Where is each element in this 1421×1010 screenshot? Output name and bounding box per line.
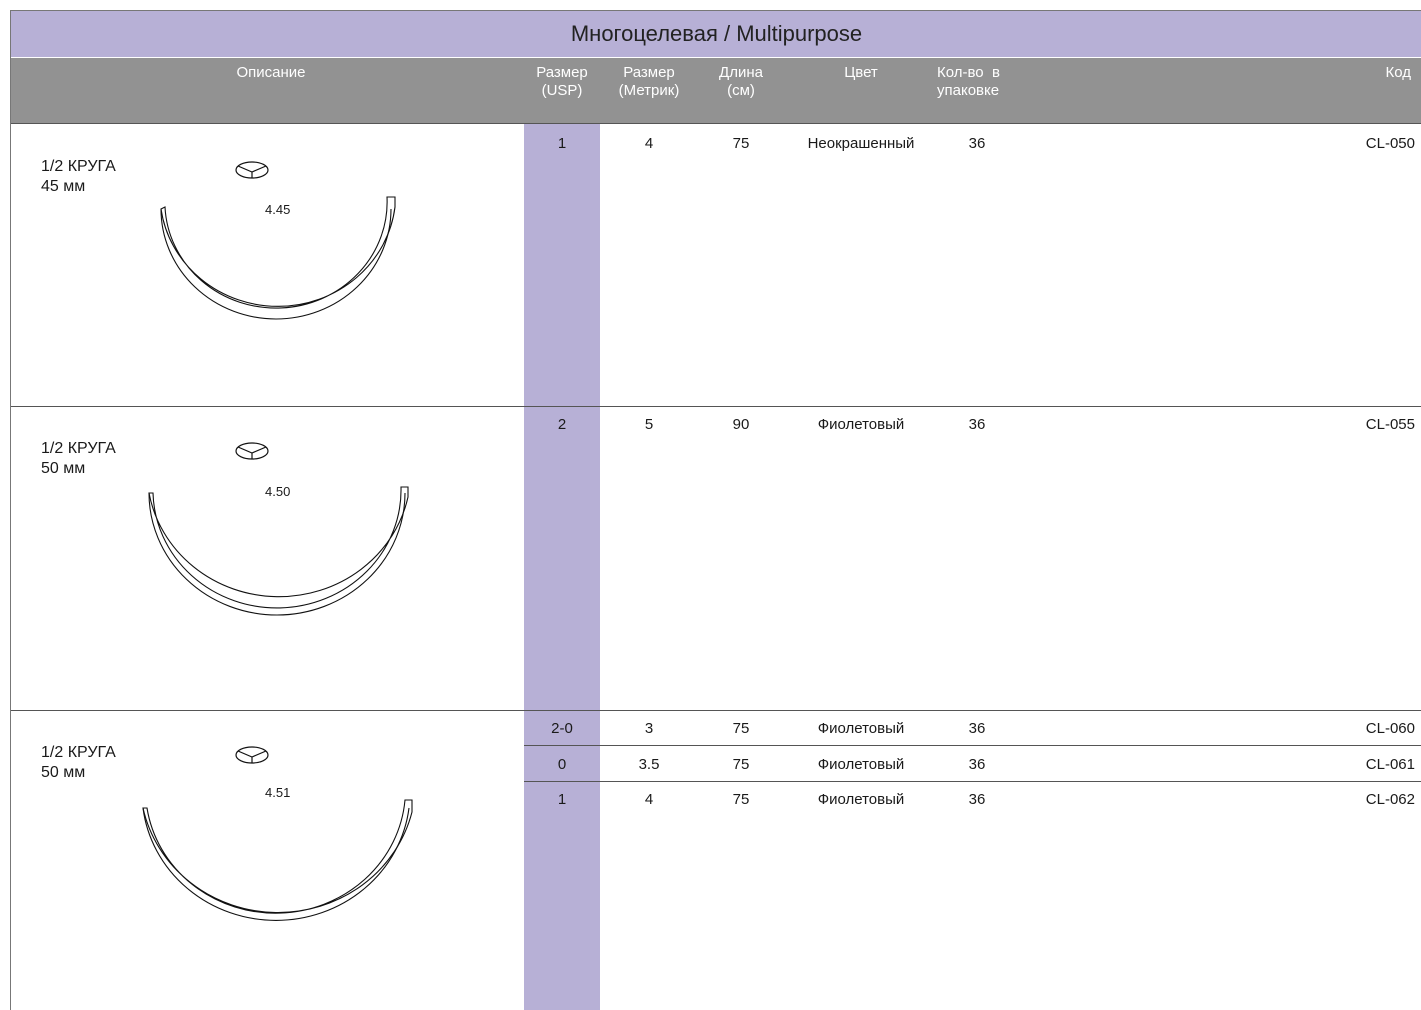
header-size-usp-line2: (USP) <box>541 82 583 99</box>
section-3-row-1-code: CL-060 <box>1365 720 1415 737</box>
section-3-row-2-color: Фиолетовый <box>817 756 905 773</box>
section-2-desc-line1: 1/2 КРУГА <box>41 440 116 457</box>
triangle-cross-section-icon <box>235 161 269 179</box>
table-header: Описание Размер (USP) Размер (Метрик) Дл… <box>11 58 1421 124</box>
header-size-metric: Размер (Метрик) <box>609 64 689 100</box>
section-3-row-2-qty: 36 <box>968 756 986 773</box>
section-2-row-1-color: Фиолетовый <box>817 416 905 433</box>
section-2-row-1-metric: 5 <box>644 416 654 433</box>
section-1-row-1-code: CL-050 <box>1365 135 1415 152</box>
header-size-metric-line1: Размер <box>623 64 675 81</box>
row-divider <box>524 781 1421 782</box>
section-3-row-2-usp: 0 <box>557 756 567 773</box>
section-3-row-3-code: CL-062 <box>1365 791 1415 808</box>
header-pack-qty-line1: Кол-во в <box>937 64 1000 81</box>
section-1-row-1-color: Неокрашенный <box>807 135 915 152</box>
section-3-row-1-qty: 36 <box>968 720 986 737</box>
section-1-desc-line1: 1/2 КРУГА <box>41 158 116 175</box>
header-size-usp: Размер (USP) <box>524 64 600 100</box>
half-circle-needle-icon <box>160 196 396 320</box>
section-2-desc-line2: 50 мм <box>41 460 86 477</box>
header-pack-qty: Кол-во в упаковке <box>937 64 1017 100</box>
section-3-row-3-qty: 36 <box>968 791 986 808</box>
header-code: Код <box>1385 64 1411 81</box>
header-size-metric-line2: (Метрик) <box>618 82 680 99</box>
section-1-row-1-metric: 4 <box>644 135 654 152</box>
section-3-row-2-length: 75 <box>732 756 750 773</box>
section-divider <box>11 406 1421 407</box>
header-size-usp-line1: Размер <box>536 64 588 81</box>
section-3-row-2-metric: 3.5 <box>638 756 660 773</box>
section-3-desc-line1: 1/2 КРУГА <box>41 744 116 761</box>
header-pack-qty-line2: упаковке <box>937 82 1000 99</box>
section-3-row-1-usp: 2-0 <box>551 720 573 737</box>
usp-column-highlight <box>524 124 600 1010</box>
half-circle-needle-icon <box>142 799 413 921</box>
section-1-row-1-qty: 36 <box>968 135 986 152</box>
section-3-row-3-usp: 1 <box>557 791 567 808</box>
triangle-cross-section-icon <box>235 746 269 764</box>
section-3-row-1-length: 75 <box>732 720 750 737</box>
section-1-desc-line2: 45 мм <box>41 178 86 195</box>
header-length-line2: (см) <box>727 82 755 99</box>
section-3-desc-line2: 50 мм <box>41 764 86 781</box>
header-color: Цвет <box>844 64 878 81</box>
half-circle-needle-icon <box>148 486 409 616</box>
section-2-row-1-length: 90 <box>732 416 750 433</box>
product-table: Многоцелевая / Multipurpose Описание Раз… <box>10 10 1421 1010</box>
section-2-row-1-usp: 2 <box>557 416 567 433</box>
section-2-description: 1/2 КРУГА 50 мм <box>41 439 116 479</box>
row-divider <box>524 745 1421 746</box>
header-length: Длина (см) <box>706 64 776 100</box>
triangle-cross-section-icon <box>235 442 269 460</box>
section-2-row-1-code: CL-055 <box>1365 416 1415 433</box>
section-divider <box>11 710 1421 711</box>
section-3-row-1-metric: 3 <box>644 720 654 737</box>
section-1-row-1-usp: 1 <box>557 135 567 152</box>
table-title: Многоцелевая / Multipurpose <box>11 11 1421 58</box>
section-3-row-2-code: CL-061 <box>1365 756 1415 773</box>
section-3-row-3-length: 75 <box>732 791 750 808</box>
section-3-row-3-color: Фиолетовый <box>817 791 905 808</box>
section-3-row-1-color: Фиолетовый <box>817 720 905 737</box>
section-1-description: 1/2 КРУГА 45 мм <box>41 157 116 197</box>
section-3-description: 1/2 КРУГА 50 мм <box>41 743 116 783</box>
header-length-line1: Длина <box>719 64 763 81</box>
header-description: Описание <box>236 64 306 81</box>
section-2-row-1-qty: 36 <box>968 416 986 433</box>
section-1-row-1-length: 75 <box>732 135 750 152</box>
section-3-row-3-metric: 4 <box>644 791 654 808</box>
